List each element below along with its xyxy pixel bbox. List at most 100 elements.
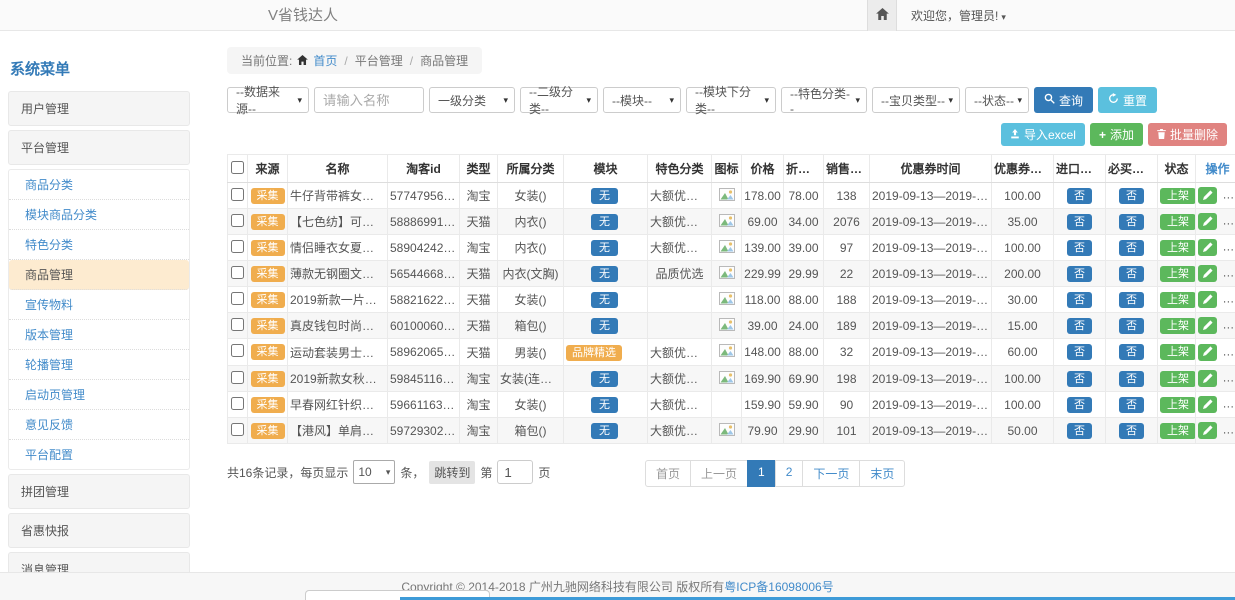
status-toggle[interactable]: 上架 <box>1160 344 1196 360</box>
delete-button[interactable] <box>1222 396 1235 413</box>
status-toggle[interactable]: 上架 <box>1160 240 1196 256</box>
must-buy-toggle[interactable]: 否 <box>1119 266 1144 282</box>
must-buy-toggle[interactable]: 否 <box>1119 240 1144 256</box>
edit-button[interactable] <box>1198 213 1217 230</box>
must-buy-toggle[interactable]: 否 <box>1119 423 1144 439</box>
feature-category-select[interactable]: --特色分类--▾ <box>781 87 867 113</box>
edit-button[interactable] <box>1198 317 1217 334</box>
must-buy-toggle[interactable]: 否 <box>1119 318 1144 334</box>
user-menu[interactable]: 欢迎您，管理员!▾ <box>911 7 1006 24</box>
reset-button[interactable]: 重置 <box>1098 87 1157 113</box>
import-select-toggle[interactable]: 否 <box>1067 292 1092 308</box>
import-select-toggle[interactable]: 否 <box>1067 240 1092 256</box>
add-button[interactable]: +添加 <box>1090 123 1143 146</box>
sidebar-item-carousel[interactable]: 轮播管理 <box>9 350 189 380</box>
edit-button[interactable] <box>1198 265 1217 282</box>
row-checkbox[interactable] <box>231 240 244 253</box>
sidebar-item-promo-material[interactable]: 宣传物料 <box>9 290 189 320</box>
edit-button[interactable] <box>1198 396 1217 413</box>
row-checkbox[interactable] <box>231 292 244 305</box>
must-buy-toggle[interactable]: 否 <box>1119 371 1144 387</box>
jump-page-input[interactable] <box>497 460 533 484</box>
row-checkbox[interactable] <box>231 318 244 331</box>
edit-button[interactable] <box>1198 344 1217 361</box>
select-all-checkbox[interactable] <box>231 161 244 174</box>
status-select[interactable]: --状态--▾ <box>965 87 1029 113</box>
sidebar-item-feature-category[interactable]: 特色分类 <box>9 230 189 260</box>
row-checkbox[interactable] <box>231 266 244 279</box>
row-checkbox[interactable] <box>231 371 244 384</box>
status-toggle[interactable]: 上架 <box>1160 266 1196 282</box>
batch-delete-button[interactable]: 批量删除 <box>1148 123 1227 146</box>
row-checkbox[interactable] <box>231 188 244 201</box>
delete-button[interactable] <box>1222 422 1235 439</box>
status-toggle[interactable]: 上架 <box>1160 292 1196 308</box>
delete-button[interactable] <box>1222 291 1235 308</box>
delete-button[interactable] <box>1222 370 1235 387</box>
item-type-select[interactable]: --宝贝类型--▾ <box>872 87 960 113</box>
status-toggle[interactable]: 上架 <box>1160 371 1196 387</box>
pager-prev[interactable]: 上一页 <box>690 460 748 487</box>
must-buy-toggle[interactable]: 否 <box>1119 188 1144 204</box>
sidebar-item-goods-category[interactable]: 商品分类 <box>9 170 189 200</box>
status-toggle[interactable]: 上架 <box>1160 188 1196 204</box>
pager-page-2[interactable]: 2 <box>775 460 804 487</box>
sidebar-item-splash[interactable]: 启动页管理 <box>9 380 189 410</box>
delete-button[interactable] <box>1222 239 1235 256</box>
icp-link[interactable]: 粤ICP备16098006号 <box>724 580 833 594</box>
level2-category-select[interactable]: --二级分类--▾ <box>520 87 598 113</box>
sidebar-item-feedback[interactable]: 意见反馈 <box>9 410 189 440</box>
name-input[interactable] <box>314 87 424 113</box>
status-toggle[interactable]: 上架 <box>1160 423 1196 439</box>
edit-button[interactable] <box>1198 187 1217 204</box>
must-buy-toggle[interactable]: 否 <box>1119 344 1144 360</box>
row-checkbox[interactable] <box>231 397 244 410</box>
edit-button[interactable] <box>1198 291 1217 308</box>
status-toggle[interactable]: 上架 <box>1160 318 1196 334</box>
pager-first[interactable]: 首页 <box>645 460 691 487</box>
must-buy-toggle[interactable]: 否 <box>1119 397 1144 413</box>
must-buy-toggle[interactable]: 否 <box>1119 214 1144 230</box>
status-toggle[interactable]: 上架 <box>1160 214 1196 230</box>
import-select-toggle[interactable]: 否 <box>1067 344 1092 360</box>
sidebar-group-platform[interactable]: 平台管理 <box>8 130 190 165</box>
delete-button[interactable] <box>1222 265 1235 282</box>
row-checkbox[interactable] <box>231 214 244 227</box>
per-page-select[interactable]: 10▾ <box>353 460 395 484</box>
pager-page-1[interactable]: 1 <box>747 460 776 487</box>
module-select[interactable]: --模块--▾ <box>603 87 681 113</box>
search-button[interactable]: 查询 <box>1034 87 1093 113</box>
pager-last[interactable]: 末页 <box>859 460 905 487</box>
sidebar-item-goods-management[interactable]: 商品管理 <box>9 260 189 290</box>
import-excel-button[interactable]: 导入excel <box>1001 123 1085 146</box>
breadcrumb-home-link[interactable]: 首页 <box>313 52 337 69</box>
home-button[interactable] <box>867 0 897 31</box>
sidebar-item-version[interactable]: 版本管理 <box>9 320 189 350</box>
delete-button[interactable] <box>1222 187 1235 204</box>
level1-category-select[interactable]: 一级分类▾ <box>429 87 515 113</box>
import-select-toggle[interactable]: 否 <box>1067 397 1092 413</box>
sidebar-item-module-goods-category[interactable]: 模块商品分类 <box>9 200 189 230</box>
import-select-toggle[interactable]: 否 <box>1067 214 1092 230</box>
delete-button[interactable] <box>1222 344 1235 361</box>
delete-button[interactable] <box>1222 213 1235 230</box>
delete-button[interactable] <box>1222 317 1235 334</box>
sidebar-group-news[interactable]: 省惠快报 <box>8 513 190 548</box>
sidebar-group-users[interactable]: 用户管理 <box>8 91 190 126</box>
edit-button[interactable] <box>1198 239 1217 256</box>
import-select-toggle[interactable]: 否 <box>1067 266 1092 282</box>
edit-button[interactable] <box>1198 370 1217 387</box>
data-source-select[interactable]: --数据来源--▾ <box>227 87 309 113</box>
sidebar-item-platform-config[interactable]: 平台配置 <box>9 440 189 469</box>
import-select-toggle[interactable]: 否 <box>1067 371 1092 387</box>
edit-button[interactable] <box>1198 422 1217 439</box>
jump-button[interactable]: 跳转到 <box>429 461 475 484</box>
import-select-toggle[interactable]: 否 <box>1067 318 1092 334</box>
status-toggle[interactable]: 上架 <box>1160 397 1196 413</box>
import-select-toggle[interactable]: 否 <box>1067 423 1092 439</box>
import-select-toggle[interactable]: 否 <box>1067 188 1092 204</box>
module-sub-select[interactable]: --模块下分类--▾ <box>686 87 776 113</box>
pager-next[interactable]: 下一页 <box>802 460 860 487</box>
sidebar-group-groupbuy[interactable]: 拼团管理 <box>8 474 190 509</box>
row-checkbox[interactable] <box>231 423 244 436</box>
